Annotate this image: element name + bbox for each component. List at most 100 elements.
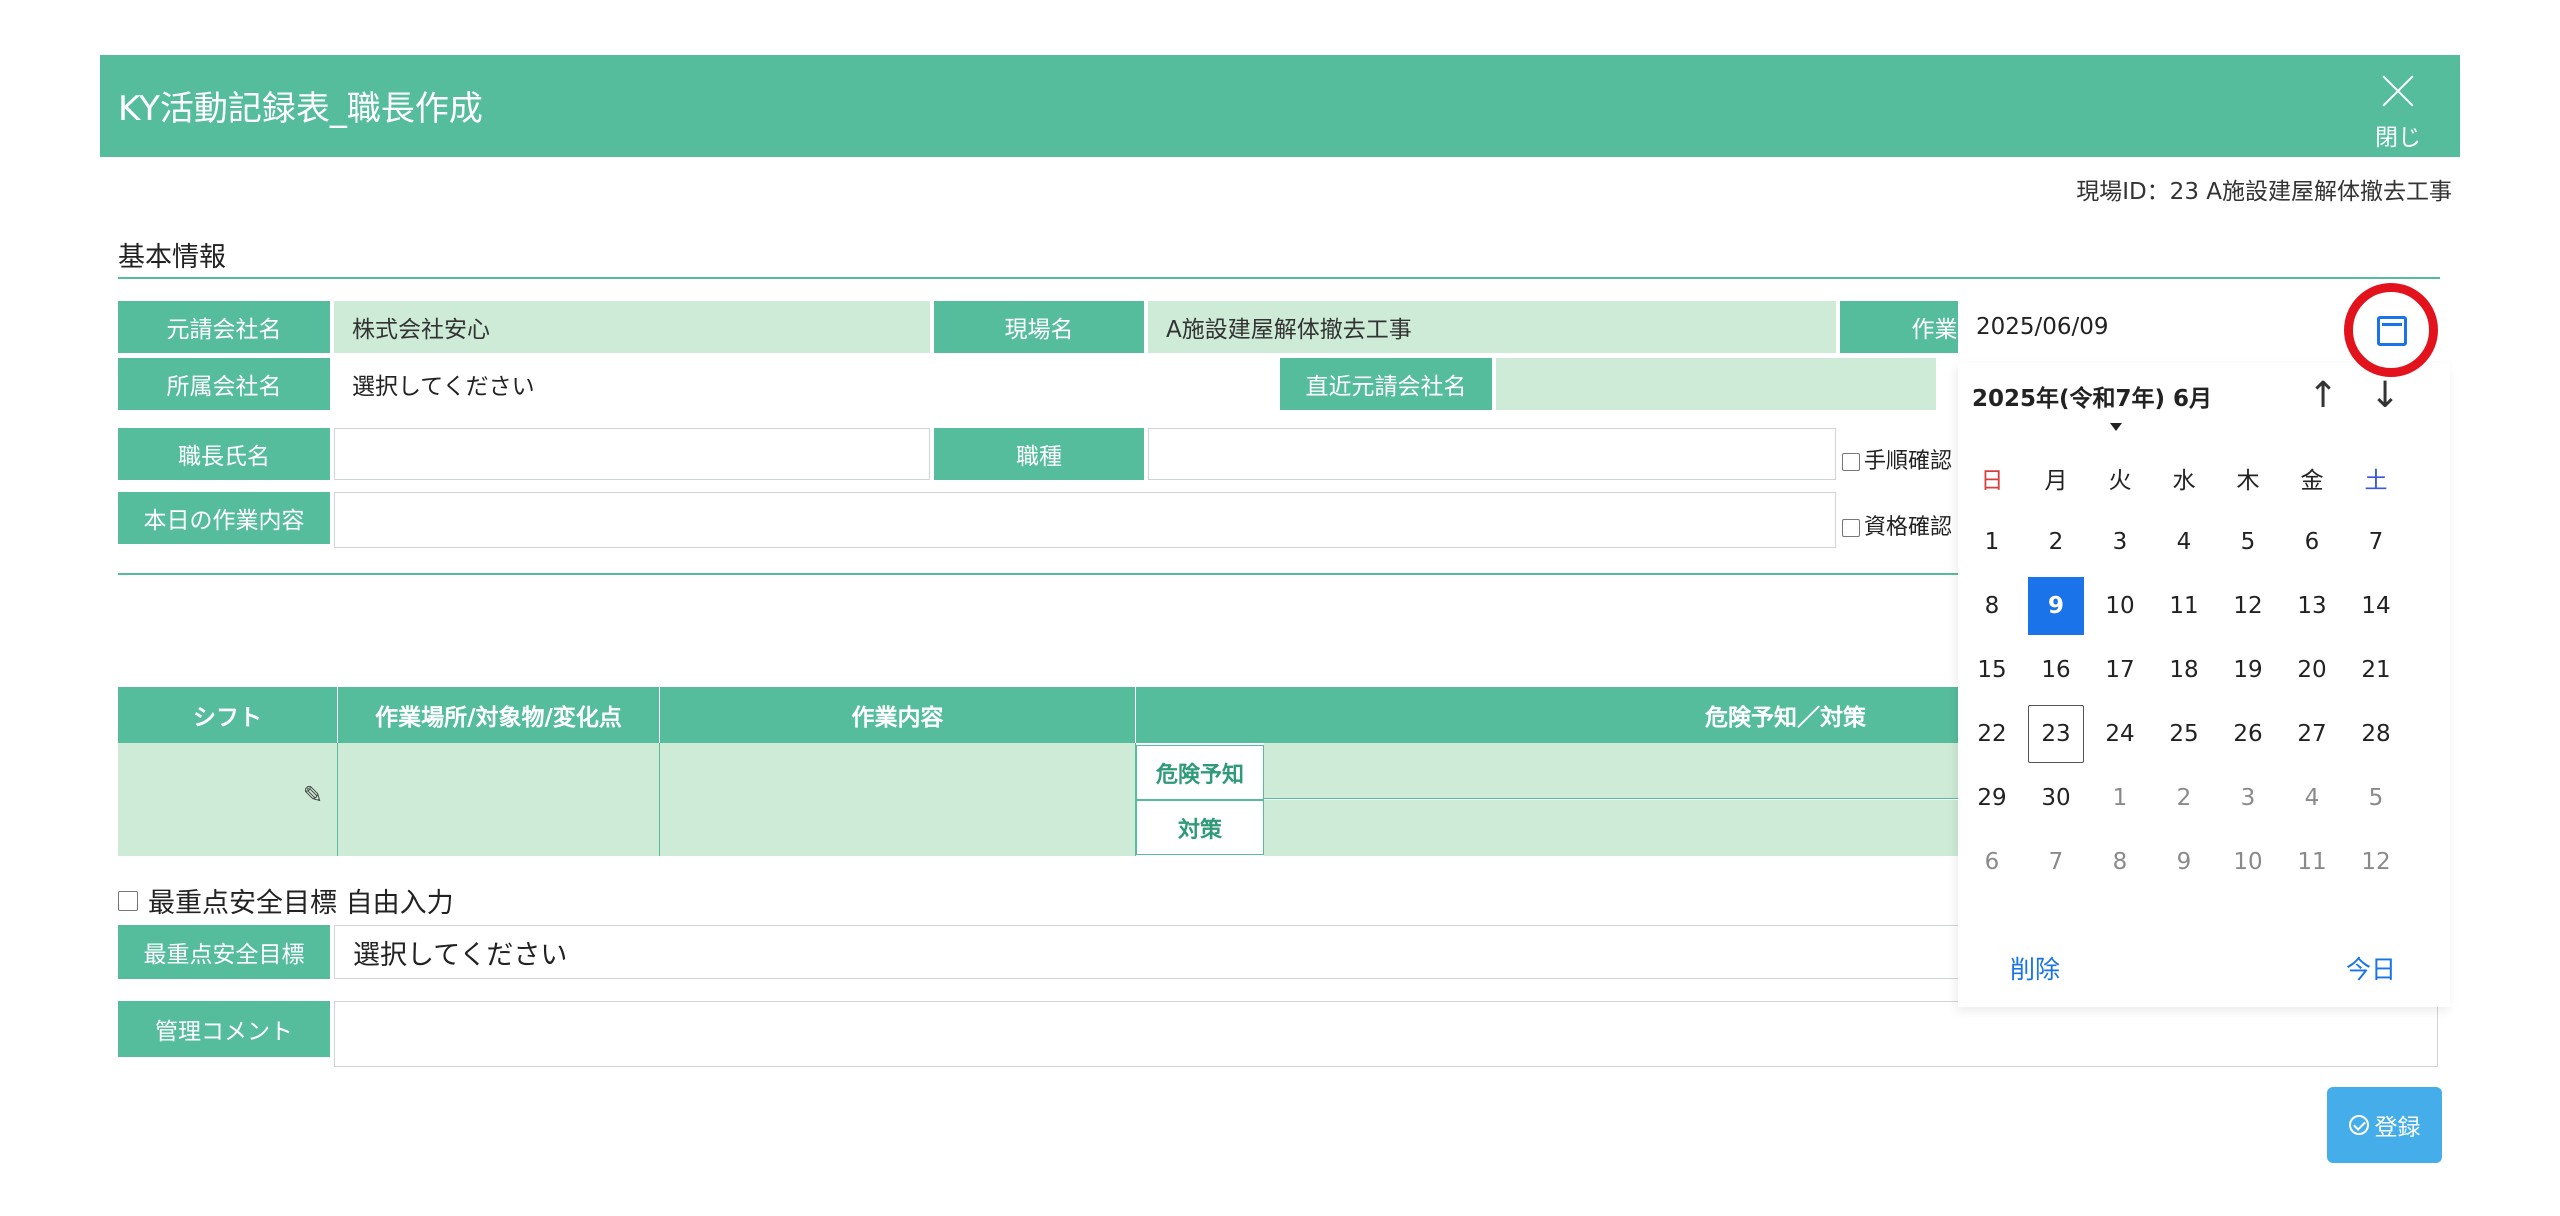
calendar-day[interactable]: 6 — [2284, 513, 2340, 571]
checkbox[interactable] — [118, 890, 138, 911]
calendar-day[interactable]: 7 — [2348, 513, 2404, 571]
affiliated-company-value: 選択してください — [352, 374, 535, 400]
weekday-header: 月 — [2044, 468, 2068, 494]
checkbox-group-row2: 資格確認 — [1842, 509, 1958, 541]
weekday-header: 木 — [2236, 468, 2260, 494]
job-type-input[interactable] — [1148, 428, 1836, 480]
calendar-day[interactable]: 11 — [2284, 833, 2340, 891]
checkbox-group-row1: 手順確認 — [1842, 443, 1958, 475]
calendar-today-button[interactable]: 今日 — [2346, 950, 2396, 986]
measure-label: 対策 — [1136, 800, 1264, 855]
today-work-label: 本日の作業内容 — [118, 492, 330, 544]
calendar-day[interactable]: 10 — [2092, 577, 2148, 635]
close-icon — [2380, 73, 2416, 109]
site-id-label: 現場ID：23 A施設建屋解体撤去工事 — [2076, 179, 2452, 205]
content-cell[interactable] — [660, 743, 1136, 856]
section-divider — [118, 277, 2440, 279]
calendar-day[interactable]: 8 — [2092, 833, 2148, 891]
calendar-day[interactable]: 9 — [2028, 577, 2084, 635]
calendar-day[interactable]: 5 — [2220, 513, 2276, 571]
calendar-day[interactable]: 16 — [2028, 641, 2084, 699]
qualification-check-label: 資格確認 — [1864, 515, 1953, 540]
calendar-day[interactable]: 13 — [2284, 577, 2340, 635]
calendar-day[interactable]: 24 — [2092, 705, 2148, 763]
calendar-day[interactable]: 15 — [1964, 641, 2020, 699]
site-name-value: A施設建屋解体撤去工事 — [1148, 301, 1836, 353]
calendar-day[interactable]: 17 — [2092, 641, 2148, 699]
prime-company-value: 株式会社安心 — [334, 301, 930, 353]
arrow-down-icon[interactable]: ↓ — [2370, 375, 2400, 416]
prime-company-label: 元請会社名 — [118, 301, 330, 353]
calendar-day[interactable]: 4 — [2284, 769, 2340, 827]
comment-label: 管理コメント — [118, 1001, 330, 1057]
weekday-header: 火 — [2108, 468, 2132, 494]
calendar-day[interactable]: 4 — [2156, 513, 2212, 571]
foreman-name-input[interactable] — [334, 428, 930, 480]
weekday-header: 日 — [1980, 468, 2004, 494]
affiliated-company-select[interactable]: 選択してください ⌄ — [334, 358, 1376, 410]
safety-goal-label: 最重点安全目標 — [118, 925, 330, 979]
calendar-day[interactable]: 30 — [2028, 769, 2084, 827]
free-input-toggle[interactable]: 最重点安全目標 自由入力 — [118, 881, 454, 920]
calendar-day[interactable]: 12 — [2348, 833, 2404, 891]
calendar-day[interactable]: 3 — [2220, 769, 2276, 827]
weekday-header: 金 — [2300, 468, 2324, 494]
calendar-day[interactable]: 28 — [2348, 705, 2404, 763]
comment-input[interactable] — [334, 1001, 2438, 1067]
window-title: KY活動記録表_職長作成 — [118, 89, 483, 129]
hazard-label: 危険予知 — [1136, 745, 1264, 800]
free-input-label: 最重点安全目標 自由入力 — [148, 888, 454, 919]
calendar-day[interactable]: 3 — [2092, 513, 2148, 571]
calendar-day[interactable]: 10 — [2220, 833, 2276, 891]
calendar-day[interactable]: 29 — [1964, 769, 2020, 827]
calendar-day[interactable]: 14 — [2348, 577, 2404, 635]
caret-down-icon[interactable] — [2110, 423, 2122, 431]
calendar-day[interactable]: 27 — [2284, 705, 2340, 763]
weekday-header: 水 — [2172, 468, 2196, 494]
calendar-day[interactable]: 2 — [2028, 513, 2084, 571]
checkbox[interactable] — [1842, 453, 1860, 471]
calendar-day[interactable]: 9 — [2156, 833, 2212, 891]
section-title: 基本情報 — [118, 242, 226, 273]
job-type-label: 職種 — [934, 428, 1144, 480]
procedure-check[interactable]: 手順確認 — [1842, 443, 1952, 475]
affiliated-company-label: 所属会社名 — [118, 358, 330, 410]
nearest-prime-value — [1496, 358, 1936, 410]
calendar-day[interactable]: 21 — [2348, 641, 2404, 699]
today-work-input[interactable] — [334, 492, 1836, 548]
procedure-check-label: 手順確認 — [1864, 449, 1953, 474]
register-label: 登録 — [2374, 1115, 2421, 1141]
checkbox[interactable] — [1842, 519, 1860, 537]
calendar-day[interactable]: 18 — [2156, 641, 2212, 699]
calendar-day[interactable]: 11 — [2156, 577, 2212, 635]
highlight-circle — [2344, 283, 2438, 377]
shift-cell[interactable]: ✎ — [118, 743, 338, 856]
calendar-day[interactable]: 25 — [2156, 705, 2212, 763]
calendar-day[interactable]: 19 — [2220, 641, 2276, 699]
th-place: 作業場所/対象物/変化点 — [338, 687, 660, 743]
calendar-month-header[interactable]: 2025年(令和7年) 6月 — [1972, 379, 2212, 413]
calendar-day[interactable]: 20 — [2284, 641, 2340, 699]
arrow-up-icon[interactable]: ↑ — [2308, 375, 2338, 416]
calendar-day[interactable]: 5 — [2348, 769, 2404, 827]
close-button[interactable]: 閉じる — [2366, 63, 2430, 185]
calendar-day[interactable]: 12 — [2220, 577, 2276, 635]
qualification-check[interactable]: 資格確認 — [1842, 509, 1952, 541]
calendar-clear-button[interactable]: 削除 — [2010, 950, 2060, 986]
calendar-day[interactable]: 2 — [2156, 769, 2212, 827]
register-button[interactable]: 登録 — [2327, 1087, 2442, 1163]
edit-icon[interactable]: ✎ — [303, 781, 323, 809]
weekday-header: 土 — [2364, 468, 2388, 494]
date-picker-popup: 2025年(令和7年) 6月 ↑ ↓ 日月火水木金土 1 2 3 4 5 6 7 8 9 10 11 1… — [1958, 363, 2450, 1007]
calendar-day[interactable]: 22 — [1964, 705, 2020, 763]
place-cell[interactable] — [338, 743, 660, 856]
calendar-day[interactable]: 23 — [2028, 705, 2084, 763]
calendar-day[interactable]: 1 — [2092, 769, 2148, 827]
calendar-day[interactable]: 1 — [1964, 513, 2020, 571]
calendar-day[interactable]: 26 — [2220, 705, 2276, 763]
calendar-day[interactable]: 6 — [1964, 833, 2020, 891]
foreman-name-label: 職長氏名 — [118, 428, 330, 480]
calendar-day[interactable]: 8 — [1964, 577, 2020, 635]
calendar-day[interactable]: 7 — [2028, 833, 2084, 891]
check-circle-icon — [2348, 1115, 2369, 1135]
